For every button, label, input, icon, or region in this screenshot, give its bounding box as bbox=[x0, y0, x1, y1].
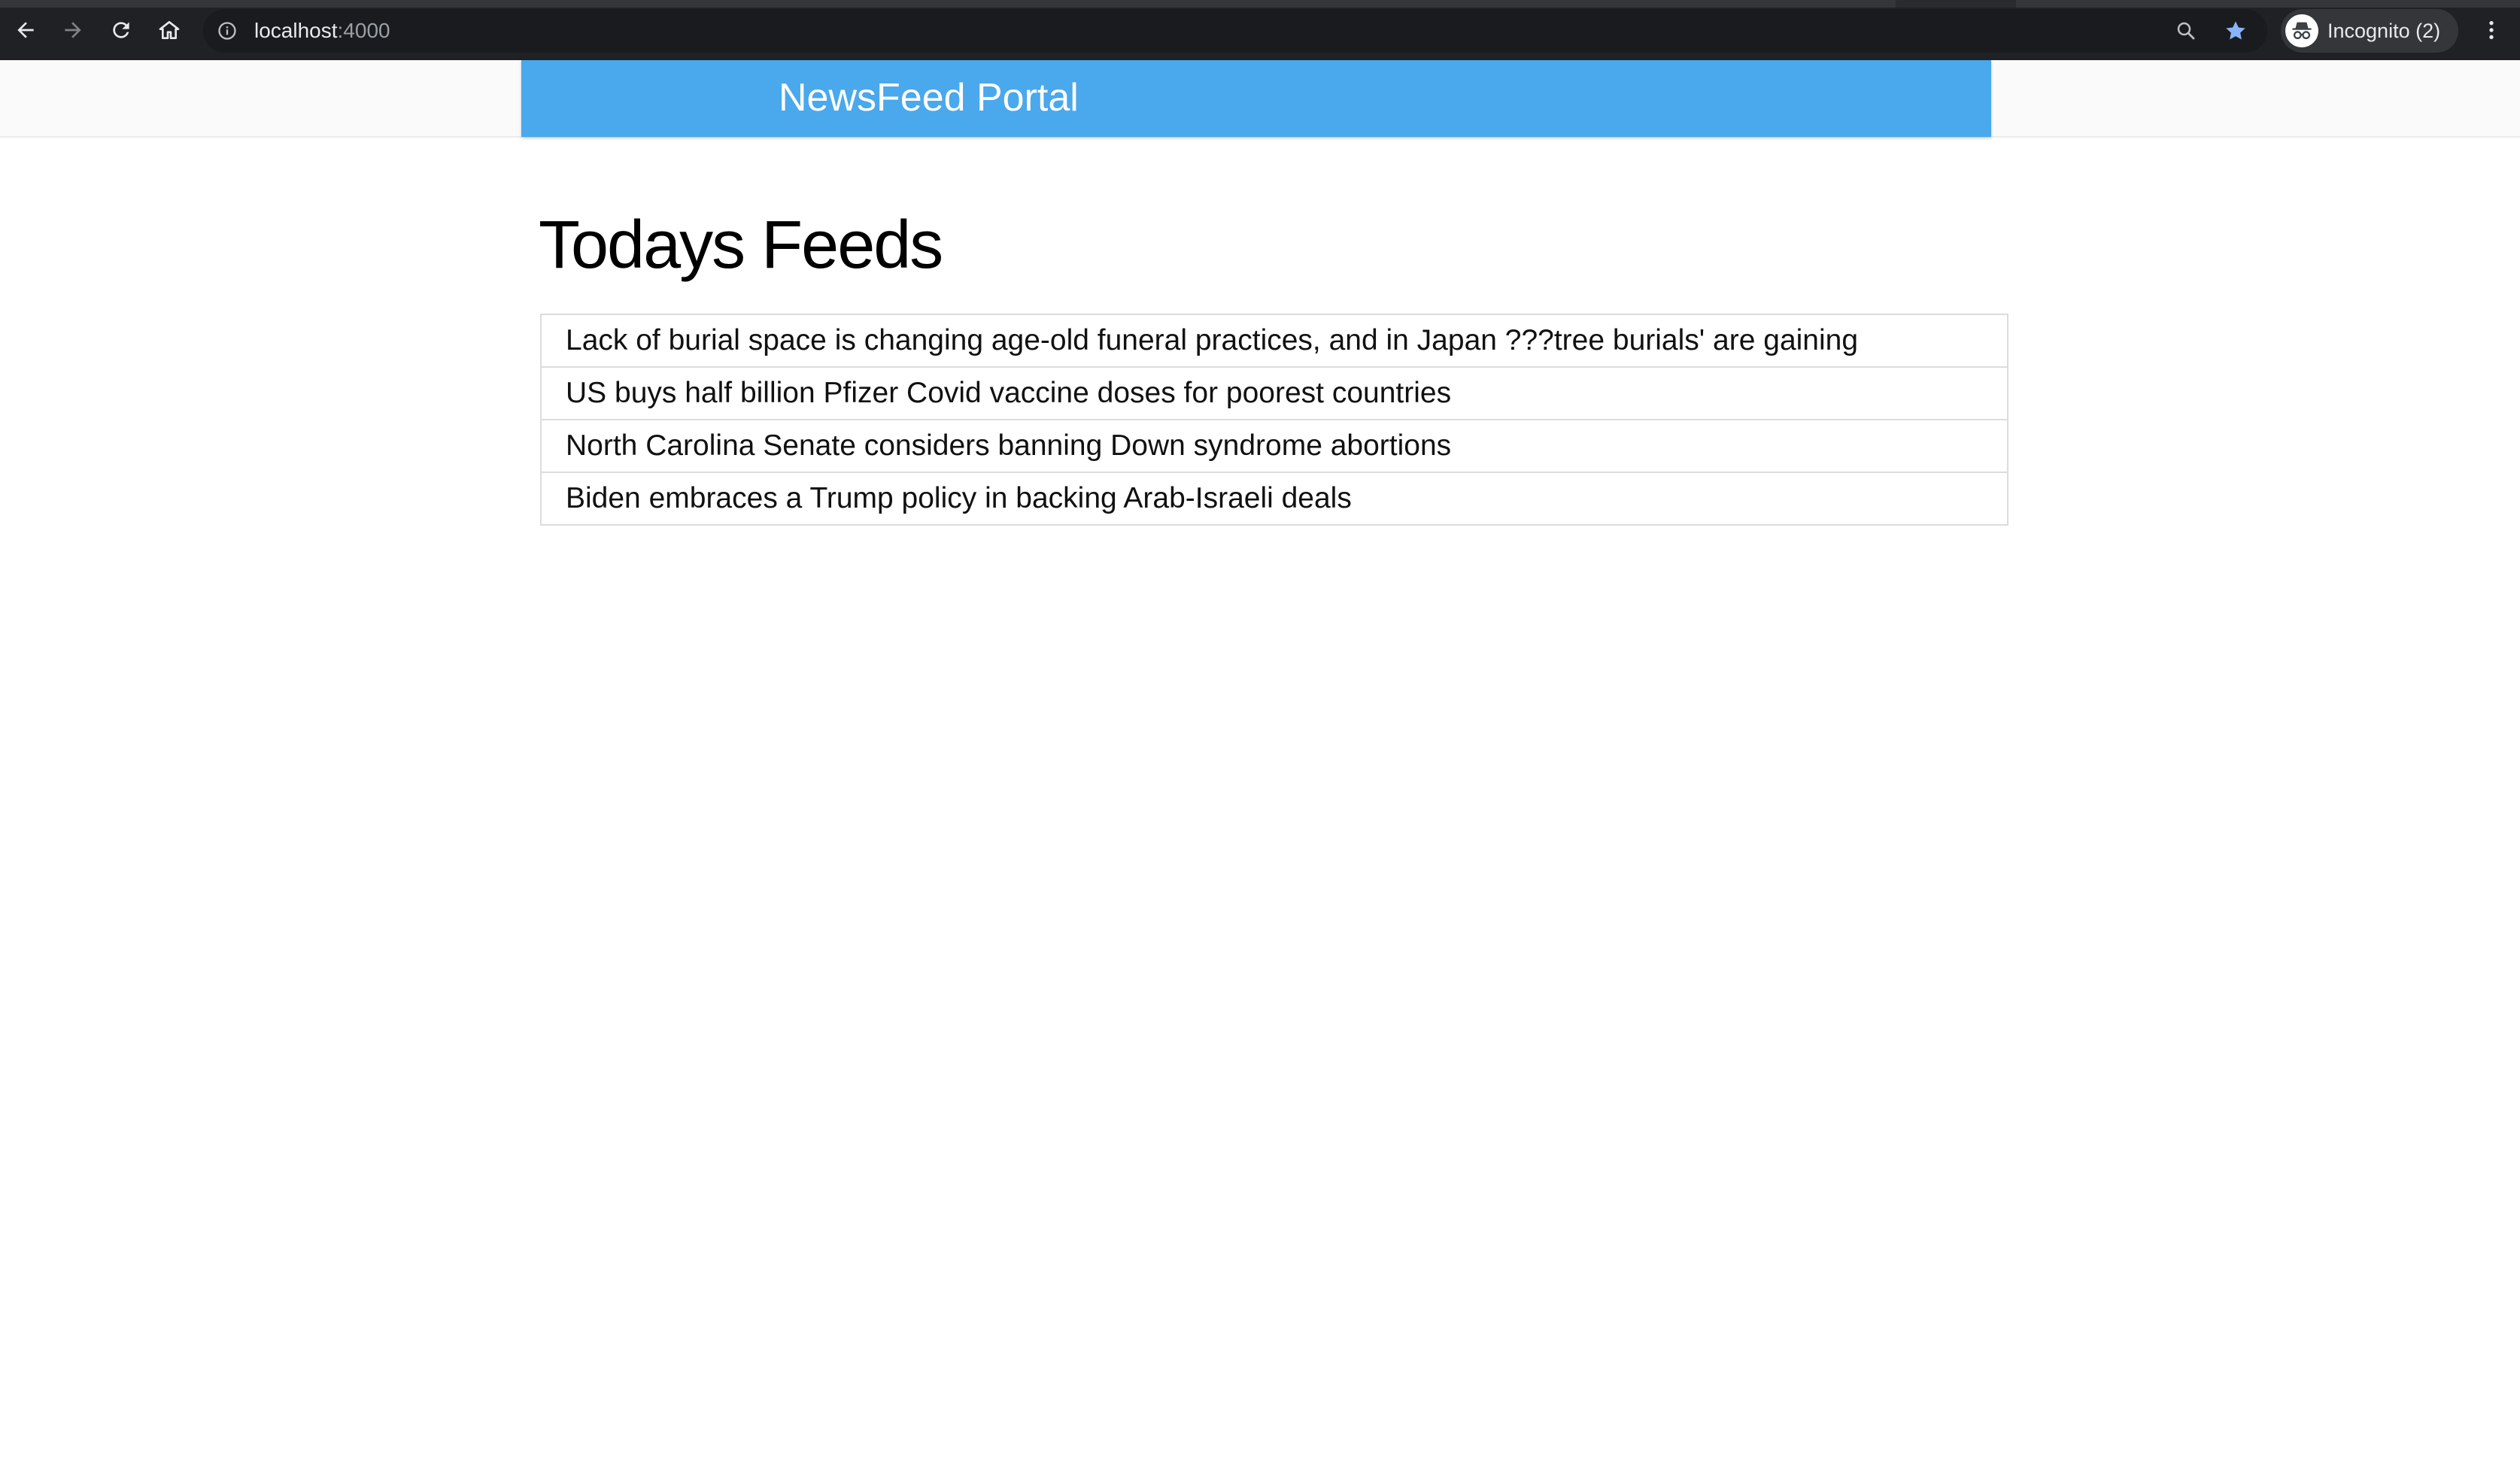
info-icon[interactable] bbox=[217, 20, 238, 41]
incognito-avatar bbox=[2285, 14, 2318, 47]
star-icon bbox=[2226, 21, 2245, 40]
browser-toolbar: localhost:4000 Incognito (2) bbox=[0, 0, 2520, 60]
forward-arrow-icon bbox=[65, 22, 81, 38]
url-port: :4000 bbox=[337, 19, 390, 42]
home-button[interactable] bbox=[153, 14, 186, 47]
navbar: NewsFeed Portal bbox=[521, 60, 1991, 137]
tab-strip-edge bbox=[1896, 0, 2016, 8]
page-viewport: NewsFeed Portal Todays Feeds Lack of bur… bbox=[0, 60, 2520, 1477]
tab-strip bbox=[0, 0, 2520, 8]
profile-label: Incognito (2) bbox=[2327, 20, 2441, 42]
profile-button[interactable]: Incognito (2) bbox=[2281, 9, 2458, 53]
url-host: localhost bbox=[254, 19, 338, 42]
back-button[interactable] bbox=[9, 14, 42, 47]
forward-button[interactable] bbox=[56, 14, 90, 47]
feed-item[interactable]: US buys half billion Pfizer Covid vaccin… bbox=[542, 366, 2007, 419]
incognito-icon bbox=[2292, 22, 2312, 40]
home-icon bbox=[159, 21, 180, 39]
reload-icon bbox=[113, 22, 129, 38]
zoom-magnifier-icon bbox=[2177, 22, 2195, 40]
page-title: Todays Feeds bbox=[539, 208, 943, 283]
url-text[interactable]: localhost:4000 bbox=[254, 9, 390, 53]
brand-link[interactable]: NewsFeed Portal bbox=[779, 60, 1079, 135]
zoom-button[interactable] bbox=[2174, 19, 2198, 43]
feed-item[interactable]: Biden embraces a Trump policy in backing… bbox=[542, 472, 2007, 524]
address-bar[interactable]: localhost:4000 bbox=[203, 9, 2267, 53]
feed-item[interactable]: North Carolina Senate considers banning … bbox=[542, 419, 2007, 472]
browser-menu-button[interactable] bbox=[2475, 14, 2508, 47]
kebab-menu-icon bbox=[2489, 21, 2494, 39]
bookmark-button[interactable] bbox=[2224, 19, 2248, 43]
back-arrow-icon bbox=[17, 22, 34, 38]
feed-list: Lack of burial space is changing age-old… bbox=[540, 314, 2008, 526]
reload-button[interactable] bbox=[105, 14, 138, 47]
feed-item[interactable]: Lack of burial space is changing age-old… bbox=[542, 315, 2007, 366]
